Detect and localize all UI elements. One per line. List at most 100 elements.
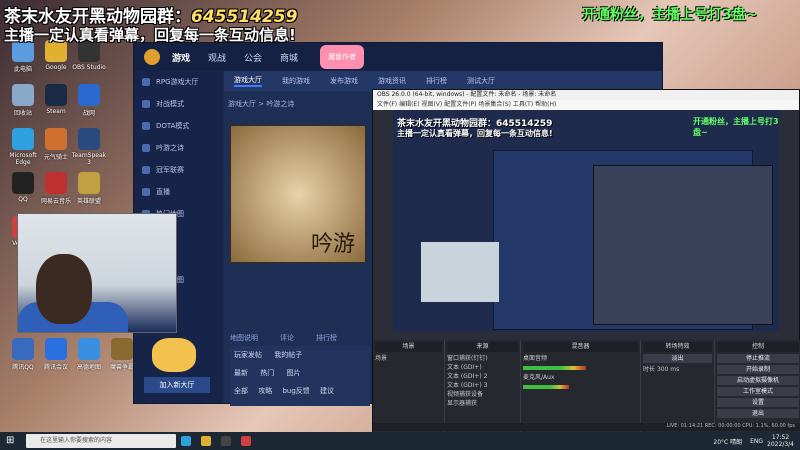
tab-test[interactable]: 测试大厅 — [467, 76, 495, 86]
mixer-desktop-meter[interactable] — [523, 366, 587, 370]
sidebar-item[interactable]: 吟游之诗 — [134, 137, 222, 159]
control-button[interactable]: 停止推流 — [717, 354, 799, 363]
mascot-sticker-icon — [152, 338, 196, 372]
mixer-dock: 混音器 桌面音频 麦克风/Aux — [521, 340, 641, 433]
tab-player-posts[interactable]: 玩家发帖 — [234, 351, 262, 359]
edge-taskbar-icon[interactable] — [181, 436, 191, 446]
sidebar-item-icon — [142, 100, 150, 108]
system-tray: 20°C 晴朗 ENG 17:52 2022/3/4 — [709, 434, 800, 448]
source-item[interactable]: 显示器捕获 — [447, 399, 518, 408]
scene-item[interactable]: 场景 — [375, 354, 442, 363]
taskbar-search-input[interactable]: 在这里输入你要搜索的内容 — [26, 434, 176, 448]
forum-panel: 玩家发帖 我的帖子 最新 热门 图片 全部 攻略 bug反馈 建议 — [230, 346, 370, 406]
subfilter-bug[interactable]: bug反馈 — [282, 387, 309, 395]
game-links: 地图说明 评论 排行榜 — [230, 333, 337, 343]
transitions-header: 转场特效 — [643, 342, 712, 352]
tab-my-games[interactable]: 我的游戏 — [282, 76, 310, 86]
obs-title-bar[interactable]: OBS 26.0.0 (64-bit, windows) - 配置文件: 未命名… — [373, 90, 799, 100]
desktop-shortcut[interactable]: 英雄联盟 — [70, 172, 108, 205]
map-icon — [78, 338, 100, 360]
sidebar-item[interactable]: 冠军联赛 — [134, 159, 222, 181]
desktop-shortcut[interactable]: TeamSpeak 3 — [70, 128, 108, 166]
tab-news[interactable]: 游戏资讯 — [378, 76, 406, 86]
clock-time: 17:52 — [771, 434, 790, 441]
sidebar-item-label: 对战模式 — [156, 100, 184, 108]
game-taskbar-icon[interactable] — [241, 436, 251, 446]
controls-dock: 控制 停止推流开始录制启动虚拟摄像机 工作室模式设置退出 — [715, 340, 800, 433]
qq2-icon — [12, 338, 34, 360]
controls-header: 控制 — [717, 342, 799, 352]
sidebar-item-label: DOTA模式 — [156, 122, 190, 130]
control-button[interactable]: 开始录制 — [717, 365, 799, 374]
duration-input[interactable]: 300 ms — [657, 366, 679, 373]
desktop-shortcut[interactable]: 战网 — [70, 84, 108, 117]
language-indicator[interactable]: ENG — [750, 438, 763, 445]
transition-select[interactable]: 淡出 — [643, 354, 712, 363]
explorer-taskbar-icon[interactable] — [201, 436, 211, 446]
menu-view[interactable]: 视图(V) — [421, 101, 442, 108]
source-item[interactable]: 文本 (GDI+) — [447, 363, 518, 372]
nav-store[interactable]: 商城 — [280, 51, 298, 64]
menu-file[interactable]: 文件(F) — [377, 101, 397, 108]
tab-lobby[interactable]: 游戏大厅 — [234, 75, 262, 87]
forum-tabs: 玩家发帖 我的帖子 — [230, 346, 370, 364]
weather-widget[interactable]: 20°C 晴朗 — [713, 437, 742, 446]
control-button[interactable]: 退出 — [717, 409, 799, 418]
tab-my-posts[interactable]: 我的帖子 — [274, 351, 302, 359]
menu-tools[interactable]: 工具(T) — [513, 101, 533, 108]
battlenet-icon — [78, 84, 100, 106]
sidebar-item[interactable]: 直播 — [134, 181, 222, 203]
subfilter-all[interactable]: 全部 — [234, 387, 248, 395]
subfilter-guide[interactable]: 攻略 — [258, 387, 272, 395]
control-button[interactable]: 设置 — [717, 398, 799, 407]
control-button[interactable]: 工作室模式 — [717, 387, 799, 396]
sidebar-item[interactable]: DOTA模式 — [134, 115, 222, 137]
mixer-mic-label: 麦克风/Aux — [523, 374, 555, 381]
music-icon — [45, 172, 67, 194]
sidebar-item[interactable]: 对战模式 — [134, 93, 222, 115]
scenes-dock: 场景 场景 — [373, 340, 445, 433]
menu-profile[interactable]: 配置文件(P) — [444, 101, 476, 108]
subfilter-suggest[interactable]: 建议 — [320, 387, 334, 395]
teamspeak-icon — [78, 128, 100, 150]
tab-ranking[interactable]: 排行榜 — [426, 76, 447, 86]
author-badge[interactable]: 魔兽作者 — [320, 45, 365, 69]
control-button[interactable]: 启动虚拟摄像机 — [717, 376, 799, 385]
tab-publish[interactable]: 发布游戏 — [330, 76, 358, 86]
source-item[interactable]: 文本 (GDI+) 3 — [447, 381, 518, 390]
sidebar-item-label: 吟游之诗 — [156, 144, 184, 152]
obs-preview[interactable]: 茶末水友开黑动物园群：645514259 主播一定认真看弹幕，回复每一条互动信息… — [393, 110, 779, 332]
link-map-desc[interactable]: 地图说明 — [230, 333, 258, 343]
game-banner-image[interactable]: 吟游 — [230, 125, 366, 263]
transitions-dock: 转场特效 淡出 时长 300 ms — [641, 340, 715, 433]
filter-hot[interactable]: 热门 — [260, 369, 274, 377]
source-item[interactable]: 文本 (GDI+) 2 — [447, 372, 518, 381]
clock[interactable]: 17:52 2022/3/4 — [767, 434, 794, 448]
nav-guild[interactable]: 公会 — [244, 51, 262, 64]
desktop-shortcut-label: 英雄联盟 — [76, 198, 101, 205]
link-ranking[interactable]: 排行榜 — [316, 333, 337, 343]
mixer-mic-meter[interactable] — [523, 385, 569, 389]
scenes-header: 场景 — [375, 342, 442, 352]
edge-icon — [12, 128, 34, 150]
stream-overlay-right: 开通粉丝，主播上号打3盘~ — [582, 7, 758, 23]
menu-scene-collection[interactable]: 场景集合(S) — [478, 101, 511, 108]
windows-start-icon[interactable]: ⊞ — [6, 435, 20, 447]
webcam-feed — [17, 213, 177, 333]
taskbar: ⊞ 在这里输入你要搜索的内容 20°C 晴朗 ENG 17:52 2022/3/… — [0, 432, 800, 450]
sidebar-item[interactable]: RPG游戏大厅 — [134, 71, 222, 93]
sidebar-item-label: RPG游戏大厅 — [156, 78, 199, 86]
link-comments[interactable]: 评论 — [280, 333, 294, 343]
source-item[interactable]: 窗口捕获(钉钉) — [447, 354, 518, 363]
filter-images[interactable]: 图片 — [286, 369, 300, 377]
menu-edit[interactable]: 编辑(E) — [399, 101, 419, 108]
obs-taskbar-icon[interactable] — [221, 436, 231, 446]
filter-latest[interactable]: 最新 — [234, 369, 248, 377]
game-icon — [45, 128, 67, 150]
nav-game[interactable]: 游戏 — [172, 51, 190, 64]
menu-help[interactable]: 帮助(H) — [535, 101, 556, 108]
nav-watch[interactable]: 观战 — [208, 51, 226, 64]
banner-title: 吟游 — [311, 232, 356, 257]
source-item[interactable]: 视频捕获设备 — [447, 390, 518, 399]
join-lobby-button[interactable]: 加入新大厅 — [144, 377, 210, 393]
